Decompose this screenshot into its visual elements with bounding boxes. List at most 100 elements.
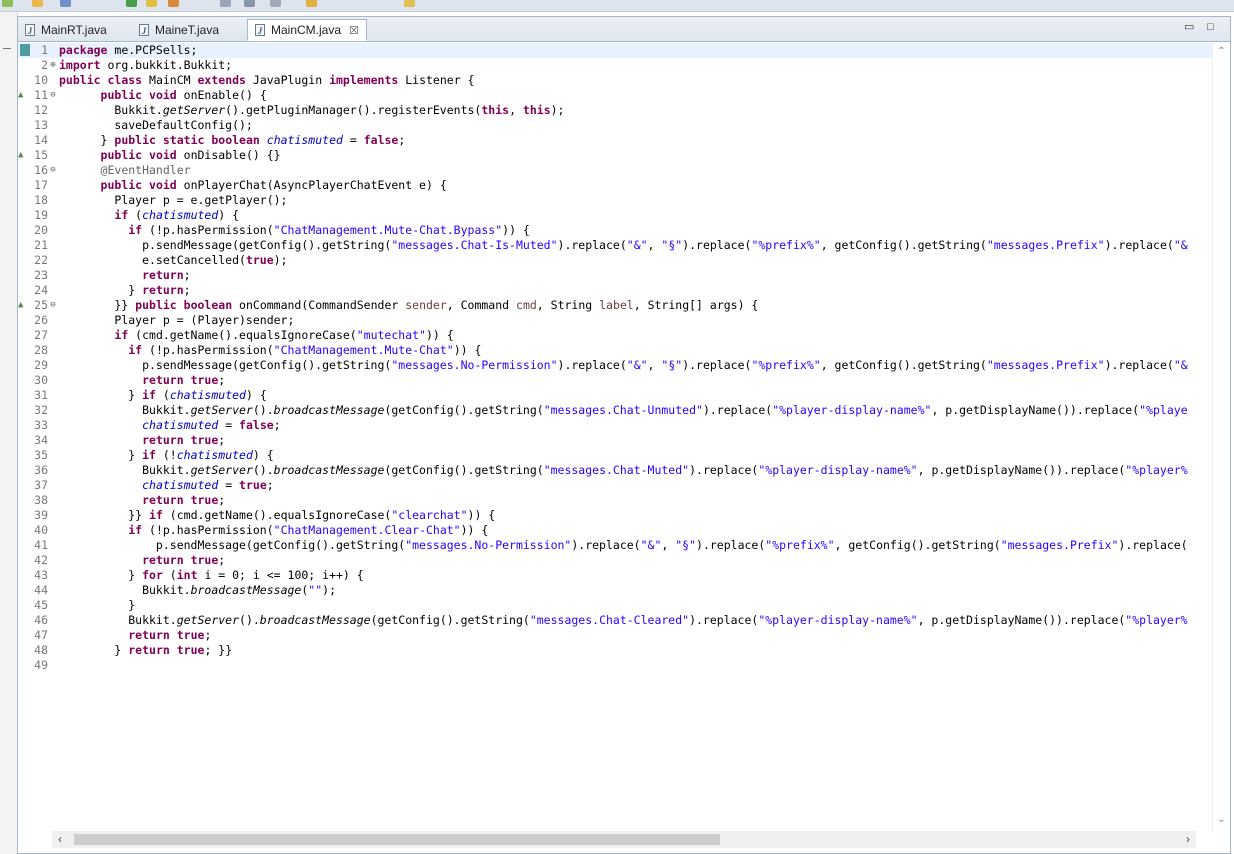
- expand-fold-icon[interactable]: ⊕: [48, 58, 58, 73]
- line-number: 40: [34, 523, 48, 537]
- collapse-fold-icon[interactable]: ⊖: [48, 298, 58, 313]
- code-line[interactable]: 20 if (!p.hasPermission("ChatManagement.…: [18, 223, 1214, 238]
- code-line[interactable]: 48 } return true; }}: [18, 643, 1214, 658]
- code-area[interactable]: 1 package me.PCPSells; 2 ⊕ import org.bukkit…: [18, 42, 1214, 831]
- collapse-fold-icon[interactable]: ⊖: [48, 163, 58, 178]
- code-line[interactable]: 24 } return;: [18, 283, 1214, 298]
- line-number: 12: [34, 103, 48, 117]
- scroll-down-arrow-icon[interactable]: ⌄: [1213, 814, 1230, 825]
- open-folder-icon[interactable]: [32, 0, 43, 7]
- code-text: Bukkit.broadcastMessage("");: [59, 583, 336, 597]
- code-line[interactable]: 43 } for (int i = 0; i <= 100; i++) {: [18, 568, 1214, 583]
- code-line[interactable]: 19 if (chatismuted) {: [18, 208, 1214, 223]
- code-line[interactable]: 40 if (!p.hasPermission("ChatManagement.…: [18, 523, 1214, 538]
- horizontal-scrollbar[interactable]: ‹ ›: [52, 831, 1196, 848]
- search-icon[interactable]: [220, 0, 231, 7]
- code-line[interactable]: 41 p.sendMessage(getConfig().getString("…: [18, 538, 1214, 553]
- collapse-fold-icon[interactable]: ⊖: [48, 88, 58, 103]
- code-line[interactable]: 1 package me.PCPSells;: [18, 43, 1214, 58]
- code-line[interactable]: 39 }} if (cmd.getName().equalsIgnoreCase…: [18, 508, 1214, 523]
- code-text: public void onEnable() {: [100, 88, 267, 102]
- line-number: 21: [34, 238, 48, 252]
- line-number: 47: [34, 628, 48, 642]
- line-number: 33: [34, 418, 48, 432]
- code-line[interactable]: 2 ⊕ import org.bukkit.Bukkit;: [18, 58, 1214, 73]
- code-line[interactable]: 10 public class MainCM extends JavaPlugin…: [18, 73, 1214, 88]
- line-number: 16: [34, 163, 48, 177]
- code-line[interactable]: 31 } if (chatismuted) {: [18, 388, 1214, 403]
- tab-mainet[interactable]: J MaineT.java: [132, 19, 247, 41]
- code-line[interactable]: 32 Bukkit.getServer().broadcastMessage(g…: [18, 403, 1214, 418]
- wrench-icon[interactable]: [306, 0, 317, 7]
- vertical-scrollbar[interactable]: ⌃ ⌄: [1212, 42, 1230, 831]
- code-text: } return;: [59, 283, 191, 297]
- code-line[interactable]: 34 return true;: [18, 433, 1214, 448]
- code-line[interactable]: 21 p.sendMessage(getConfig().getString("…: [18, 238, 1214, 253]
- terminal-icon[interactable]: [244, 0, 255, 7]
- code-text: }} public boolean onCommand(CommandSende…: [59, 298, 759, 312]
- code-line[interactable]: 49: [18, 658, 1214, 673]
- line-number: 35: [34, 448, 48, 462]
- code-text: return true;: [142, 553, 226, 567]
- code-line[interactable]: 16 ⊖ @EventHandler: [18, 163, 1214, 178]
- line-number: 1: [41, 43, 48, 57]
- code-text: public void onPlayerChat(AsyncPlayerChat…: [100, 178, 447, 192]
- code-line[interactable]: 30 return true;: [18, 373, 1214, 388]
- code-line[interactable]: 22 e.setCancelled(true);: [18, 253, 1214, 268]
- maximize-button[interactable]: □: [1207, 21, 1214, 33]
- code-line[interactable]: 35 } if (!chatismuted) {: [18, 448, 1214, 463]
- code-line[interactable]: 44 Bukkit.broadcastMessage("");: [18, 583, 1214, 598]
- code-line[interactable]: 18 Player p = e.getPlayer();: [18, 193, 1214, 208]
- code-line[interactable]: 17 public void onPlayerChat(AsyncPlayerC…: [18, 178, 1214, 193]
- code-line[interactable]: 33 chatismuted = false;: [18, 418, 1214, 433]
- build-icon[interactable]: [168, 0, 179, 7]
- code-line[interactable]: 36 Bukkit.getServer().broadcastMessage(g…: [18, 463, 1214, 478]
- code-line[interactable]: 26 Player p = (Player)sender;: [18, 313, 1214, 328]
- line-number: 17: [34, 178, 48, 192]
- line-number: 32: [34, 403, 48, 417]
- code-line[interactable]: 37 chatismuted = true;: [18, 478, 1214, 493]
- tab-label: MaineT.java: [155, 23, 220, 37]
- line-number: 45: [34, 598, 48, 612]
- tab-maincm[interactable]: J MainCM.java ☒: [247, 19, 367, 41]
- code-text: if (!p.hasPermission("ChatManagement.Mut…: [128, 343, 482, 357]
- scroll-right-arrow-icon[interactable]: ›: [1186, 832, 1190, 846]
- code-line[interactable]: 12 Bukkit.getServer().getPluginManager()…: [18, 103, 1214, 118]
- line-number: 11: [34, 88, 48, 102]
- java-file-icon: J: [25, 24, 35, 36]
- code-line[interactable]: 42 return true;: [18, 553, 1214, 568]
- code-line[interactable]: 29 p.sendMessage(getConfig().getString("…: [18, 358, 1214, 373]
- run-icon[interactable]: [126, 0, 137, 7]
- line-number: 39: [34, 508, 48, 522]
- code-line[interactable]: 23 return;: [18, 268, 1214, 283]
- line-number: 2: [41, 58, 48, 72]
- code-text: } if (!chatismuted) {: [59, 448, 274, 462]
- close-icon[interactable]: ☒: [349, 24, 359, 37]
- code-line[interactable]: 14 } public static boolean chatismuted =…: [18, 133, 1214, 148]
- code-line[interactable]: 47 return true;: [18, 628, 1214, 643]
- arrow-icon[interactable]: [404, 0, 415, 7]
- scroll-left-arrow-icon[interactable]: ‹: [58, 832, 62, 846]
- debug-icon[interactable]: [146, 0, 157, 7]
- code-line[interactable]: 13 saveDefaultConfig();: [18, 118, 1214, 133]
- scrollbar-thumb[interactable]: [74, 834, 720, 845]
- code-line[interactable]: 27 if (cmd.getName().equalsIgnoreCase("m…: [18, 328, 1214, 343]
- task-icon[interactable]: [270, 0, 281, 7]
- new-file-icon[interactable]: [2, 0, 13, 7]
- code-text: p.sendMessage(getConfig().getString("mes…: [59, 358, 1188, 372]
- tab-mainrt[interactable]: J MainRT.java: [18, 19, 132, 41]
- line-number: 34: [34, 433, 48, 447]
- code-line[interactable]: 28 if (!p.hasPermission("ChatManagement.…: [18, 343, 1214, 358]
- left-side-panel: [0, 12, 18, 854]
- save-icon[interactable]: [60, 0, 71, 7]
- minimize-button[interactable]: ▭: [1184, 21, 1194, 33]
- scroll-up-arrow-icon[interactable]: ⌃: [1213, 46, 1230, 57]
- line-number: 38: [34, 493, 48, 507]
- code-line[interactable]: 46 Bukkit.getServer().broadcastMessage(g…: [18, 613, 1214, 628]
- code-line[interactable]: ▲ 25 ⊖ }} public boolean onCommand(Command…: [18, 298, 1214, 313]
- code-line[interactable]: 45 }: [18, 598, 1214, 613]
- code-text: public class MainCM extends JavaPlugin i…: [59, 73, 475, 87]
- code-line[interactable]: ▲ 11 ⊖ public void onEnable() {: [18, 88, 1214, 103]
- code-line[interactable]: ▲ 15 public void onDisable() {}: [18, 148, 1214, 163]
- code-line[interactable]: 38 return true;: [18, 493, 1214, 508]
